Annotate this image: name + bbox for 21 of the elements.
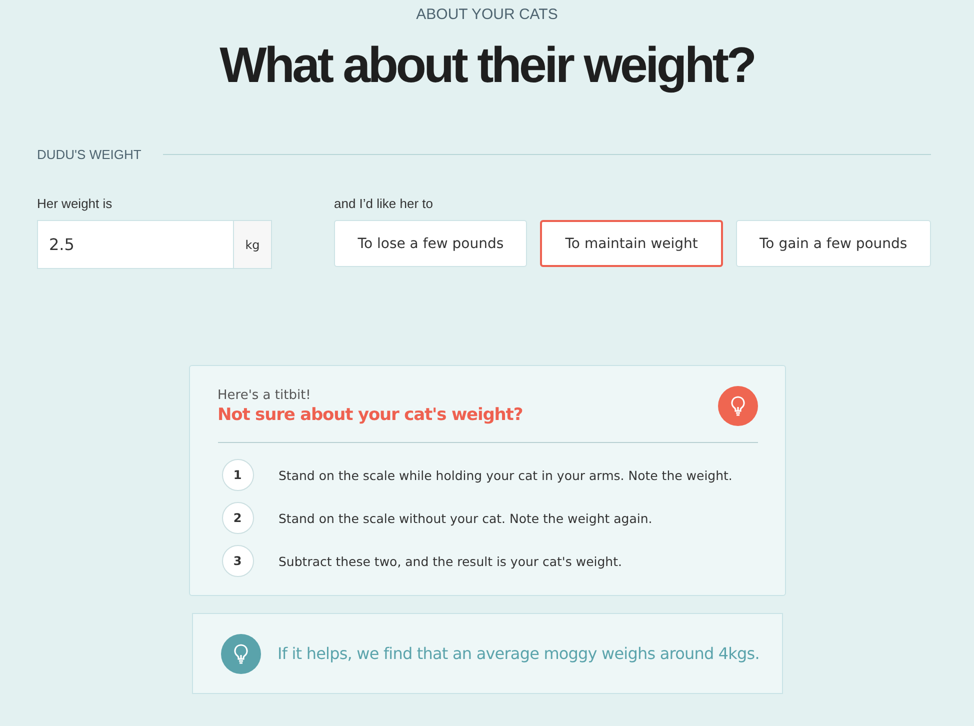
field-label: and I’d like her to <box>334 196 434 211</box>
option-button[interactable]: To lose a few pounds <box>334 220 528 267</box>
lightbulb-icon <box>220 634 260 674</box>
lightbulb-icon <box>718 386 758 426</box>
step-number: 1 <box>222 459 254 491</box>
page-heading: What about their weight? <box>220 36 754 95</box>
step-text: Stand on the scale while holding your cat in your arms. Note the weight. <box>278 468 732 482</box>
field-label: Her weight is <box>37 196 114 211</box>
option-button[interactable]: To gain a few pounds <box>736 220 932 267</box>
option-button[interactable]: To maintain weight <box>540 220 723 267</box>
hint-text: If it helps, we find that an average moggy weighs around 4kgs. <box>278 644 760 663</box>
tip-kicker: Here's a titbit! <box>218 388 312 402</box>
section-title: DUDU'S WEIGHT <box>37 147 142 162</box>
unit-label: kg <box>233 221 271 268</box>
step-number: 2 <box>222 502 254 534</box>
tip-title: Not sure about your cat's weight? <box>218 404 523 424</box>
step-number: 3 <box>222 545 254 577</box>
eyebrow-text: ABOUT YOUR CATS <box>416 6 558 23</box>
step-text: Subtract these two, and the result is your cat's weight. <box>278 554 622 568</box>
weight-field[interactable]: 2.5 kg <box>37 220 272 269</box>
step-text: Stand on the scale without your cat. Note the weight again. <box>278 510 652 526</box>
